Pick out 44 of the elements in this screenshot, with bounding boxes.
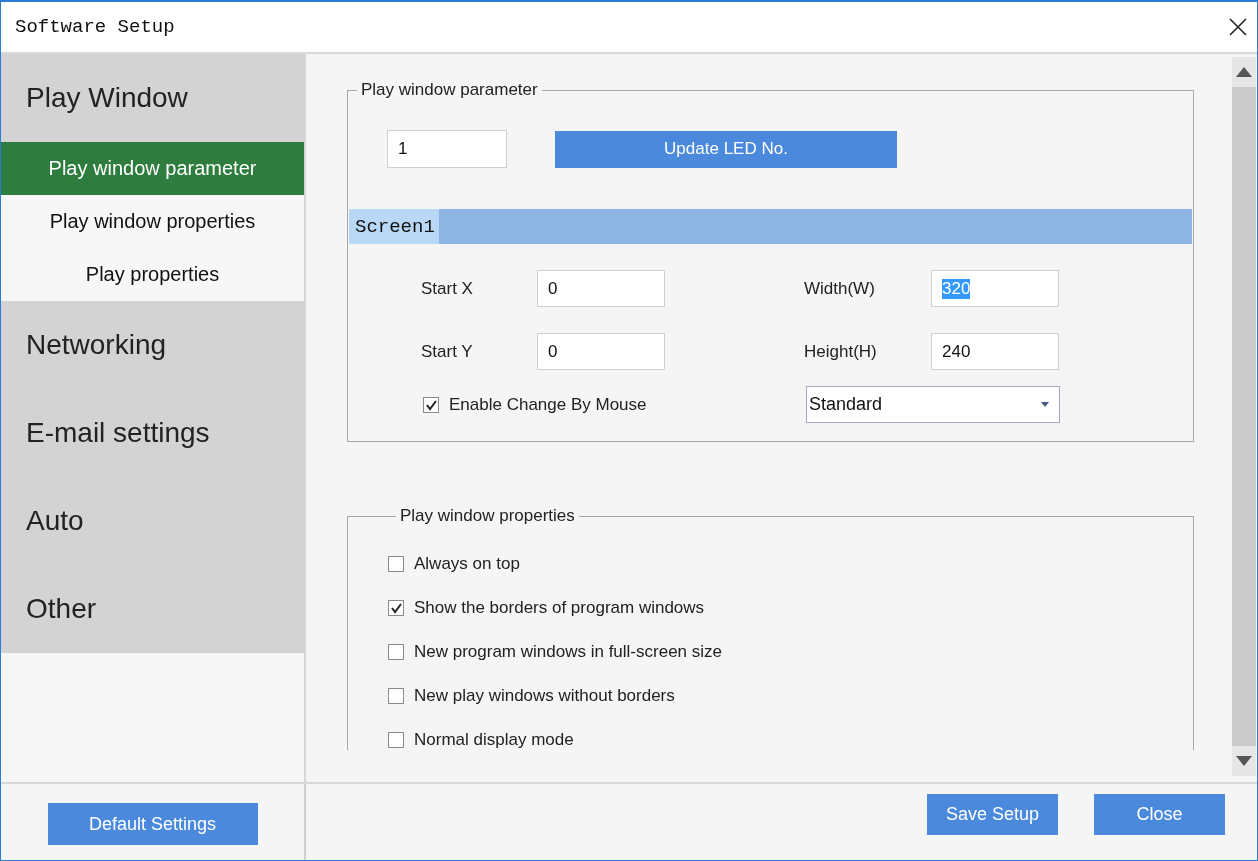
default-settings-button[interactable]: Default Settings	[47, 803, 258, 845]
checkbox[interactable]	[388, 644, 404, 660]
led-number-field[interactable]: 1	[387, 130, 507, 168]
footer-button[interactable]: Save Setup	[927, 794, 1058, 835]
field-label: Start X	[421, 278, 474, 299]
close-icon[interactable]	[1229, 18, 1247, 36]
sidebar-item[interactable]: Play properties	[1, 248, 304, 301]
checkmark-icon	[390, 602, 402, 614]
screen-tab[interactable]: Screen1	[349, 209, 439, 244]
sidebar-group[interactable]: E-mail settings	[1, 389, 304, 477]
update-led-button[interactable]: Update LED No.	[555, 130, 897, 168]
footer-button[interactable]: Close	[1094, 794, 1225, 835]
checkmark-icon	[425, 398, 437, 411]
checkbox-label: Show the borders of program windows	[414, 598, 705, 618]
window-title: Software Setup	[15, 16, 175, 38]
number-field[interactable]: 240	[931, 333, 1059, 370]
checkbox[interactable]	[388, 600, 404, 616]
sidebar-group[interactable]: Play Window	[1, 54, 304, 142]
dropdown-caret-icon	[1041, 402, 1049, 407]
scrollbar[interactable]	[1232, 57, 1256, 776]
scroll-up-icon	[1236, 67, 1252, 77]
checkbox[interactable]	[388, 688, 404, 704]
field-label: Height(H)	[804, 341, 878, 362]
checkbox-label: Always on top	[414, 554, 520, 574]
mode-dropdown[interactable]: Standard	[806, 386, 1060, 423]
sidebar-item[interactable]: Play window parameter	[1, 142, 304, 195]
checkbox[interactable]	[388, 556, 404, 572]
sidebar-group[interactable]: Auto	[1, 477, 304, 565]
sidebar-group[interactable]: Networking	[1, 301, 304, 389]
field-label: Start Y	[421, 341, 474, 362]
number-field[interactable]: 0	[537, 333, 665, 370]
scroll-down-icon	[1236, 756, 1252, 766]
field-label: Width(W)	[804, 278, 876, 299]
checkbox-label: Normal display mode	[414, 730, 574, 750]
sidebar-item[interactable]: Play window properties	[1, 195, 304, 248]
number-field[interactable]: 0	[537, 270, 665, 307]
checkbox-label: New play windows without borders	[414, 686, 675, 706]
group-title: Play window properties	[399, 506, 576, 526]
sidebar-group[interactable]: Other	[1, 565, 304, 653]
checkbox-label: New program windows in full-screen size	[414, 642, 722, 662]
group-title: Play window parameter	[360, 80, 539, 100]
checkbox[interactable]	[388, 732, 404, 748]
checkbox-label: Enable Change By Mouse	[449, 394, 647, 415]
checkbox[interactable]	[423, 396, 439, 413]
